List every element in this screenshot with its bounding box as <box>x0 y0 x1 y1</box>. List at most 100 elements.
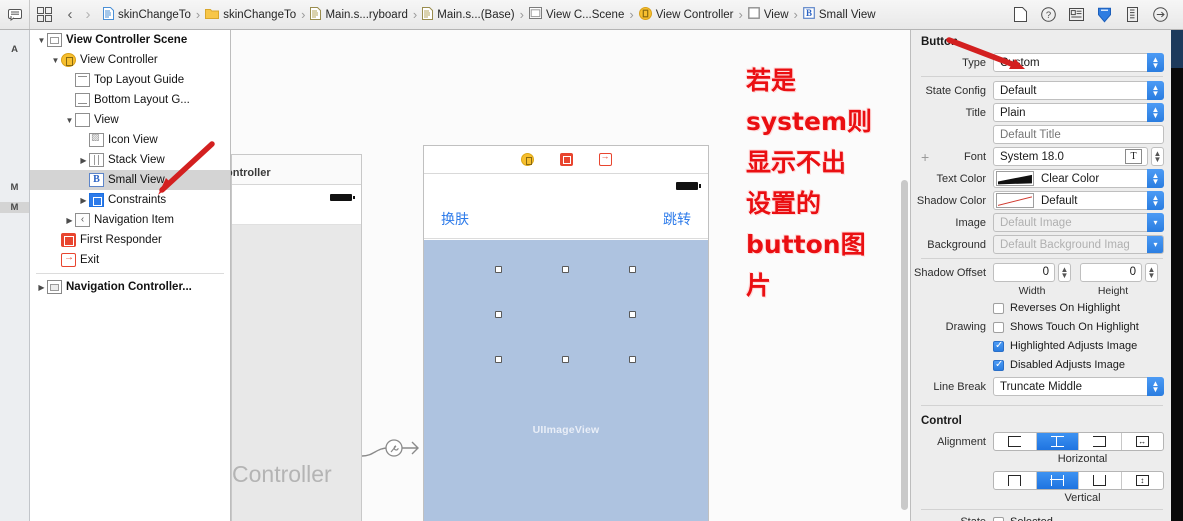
outline-row-view-controller[interactable]: ▼ View Controller <box>30 50 230 70</box>
checkbox-shows-touch-on-highlight[interactable] <box>993 321 1004 333</box>
breadcrumb-item-6[interactable]: View <box>745 0 792 29</box>
attributes-inspector-icon[interactable] <box>1091 3 1117 27</box>
breadcrumb-item-7[interactable]: B Small View <box>800 0 879 29</box>
chevron-updown-icon[interactable]: ▲ ▼ <box>1147 103 1164 122</box>
disclosure-triangle-icon[interactable]: ▶ <box>78 196 89 205</box>
outline-row-top-layout-guide[interactable]: Top Layout Guide <box>30 70 230 90</box>
title-text-input[interactable] <box>993 125 1164 144</box>
resize-handle[interactable] <box>629 356 636 363</box>
nav-right-button[interactable]: 跳转 <box>663 209 691 229</box>
shadow-offset-height-stepper[interactable]: ▲ ▼ <box>1145 263 1158 282</box>
resize-handle[interactable] <box>629 266 636 273</box>
forward-button[interactable]: › <box>80 6 96 23</box>
checkbox-highlighted-adjusts-image[interactable] <box>993 340 1004 352</box>
resize-handle[interactable] <box>495 311 502 318</box>
outline-row-view-controller-scene[interactable]: ▼ View Controller Scene <box>30 30 230 50</box>
drawing-option-3[interactable]: Disabled Adjusts Image <box>993 356 1125 374</box>
breadcrumb-item-0[interactable]: skinChangeTo <box>100 0 194 29</box>
left-scene-preview[interactable]: ontroller Controller <box>231 154 362 521</box>
shadow-color-select[interactable]: Default ▲ ▼ <box>993 191 1164 210</box>
breadcrumb-item-5[interactable]: View Controller <box>636 0 737 29</box>
chevron-down-icon[interactable]: ▾ <box>1147 236 1163 253</box>
outline-row-navigation-controller[interactable]: ▶ Navigation Controller... <box>30 277 230 297</box>
align-top-button[interactable] <box>994 472 1037 489</box>
outline-row-exit[interactable]: Exit <box>30 250 230 270</box>
view-controller-dock-icon[interactable] <box>520 153 534 166</box>
checkbox-disabled-adjusts-image[interactable] <box>993 359 1004 371</box>
document-outline[interactable]: ▼ View Controller Scene ▼ View Controller To… <box>30 30 231 521</box>
shadow-offset-width-input[interactable]: 0 <box>993 263 1055 282</box>
align-fill-horizontal-button[interactable]: ↔ <box>1122 433 1164 450</box>
disclosure-triangle-icon[interactable]: ▼ <box>64 116 75 125</box>
title-style-select[interactable]: Plain ▲ ▼ <box>993 103 1164 122</box>
disclosure-triangle-icon[interactable]: ▼ <box>50 56 61 65</box>
breadcrumb-item-3[interactable]: Main.s...(Base) <box>419 0 517 29</box>
quick-help-icon[interactable]: ? <box>1035 3 1061 27</box>
chevron-updown-icon[interactable]: ▲ ▼ <box>1147 191 1164 210</box>
align-left-button[interactable] <box>994 433 1037 450</box>
line-break-select[interactable]: Truncate Middle ▲ ▼ <box>993 377 1164 396</box>
size-inspector-icon[interactable] <box>1119 3 1145 27</box>
add-variation-icon[interactable]: + <box>921 149 929 165</box>
comment-icon[interactable] <box>0 0 30 29</box>
shadow-offset-width-stepper[interactable]: ▲ ▼ <box>1058 263 1071 282</box>
shadow-offset-height-input[interactable]: 0 <box>1080 263 1142 282</box>
file-inspector-icon[interactable] <box>1007 3 1033 27</box>
exit-dock-icon[interactable] <box>598 151 612 166</box>
resize-handle[interactable] <box>562 356 569 363</box>
outline-row-first-responder[interactable]: First Responder <box>30 230 230 250</box>
chevron-updown-icon[interactable]: ▲ ▼ <box>1147 53 1164 72</box>
outline-row-constraints[interactable]: ▶ Constraints <box>30 190 230 210</box>
font-field[interactable]: System 18.0 T <box>993 147 1148 166</box>
outline-row-small-view[interactable]: B Small View <box>30 170 230 190</box>
font-stepper[interactable]: ▲ ▼ <box>1151 147 1164 166</box>
outline-row-icon-view[interactable]: Icon View <box>30 130 230 150</box>
drawing-option-0[interactable]: Reverses On Highlight <box>993 299 1120 317</box>
first-responder-dock-icon[interactable] <box>559 153 573 166</box>
state-config-select[interactable]: Default ▲ ▼ <box>993 81 1164 100</box>
align-bottom-button[interactable] <box>1079 472 1122 489</box>
outline-row-navigation-item[interactable]: ▶ ‹ Navigation Item <box>30 210 230 230</box>
button-type-select[interactable]: Custom ▲ ▼ <box>993 53 1164 72</box>
checkbox-reverses-on-highlight[interactable] <box>993 302 1004 314</box>
chevron-updown-icon[interactable]: ▲ ▼ <box>1147 81 1164 100</box>
resize-handle[interactable] <box>562 266 569 273</box>
resize-handle[interactable] <box>495 356 502 363</box>
breadcrumb-item-2[interactable]: Main.s...ryboard <box>307 0 410 29</box>
disclosure-triangle-icon[interactable]: ▶ <box>78 156 89 165</box>
chevron-down-icon[interactable]: ▾ <box>1147 213 1164 232</box>
resize-handle[interactable] <box>629 311 636 318</box>
canvas-vertical-scrollbar[interactable] <box>901 180 908 510</box>
uiimageview-element[interactable]: UIImageView <box>424 240 708 521</box>
grid-icon[interactable] <box>30 0 58 29</box>
state-selected-option[interactable]: Selected <box>993 513 1053 521</box>
text-color-select[interactable]: Clear Color ▲ ▼ <box>993 169 1164 188</box>
drawing-option-1[interactable]: Shows Touch On Highlight <box>993 318 1139 336</box>
checkbox-selected[interactable] <box>993 516 1004 521</box>
small-view-scene-preview[interactable]: 换肤 跳转 UIImageView <box>423 145 709 521</box>
alignment-horizontal-segmented[interactable]: ↔ <box>993 432 1164 451</box>
shadow-color-swatch[interactable] <box>996 193 1034 208</box>
disclosure-triangle-icon[interactable]: ▼ <box>36 36 47 45</box>
disclosure-triangle-icon[interactable]: ▶ <box>64 216 75 225</box>
identity-inspector-icon[interactable] <box>1063 3 1089 27</box>
connections-inspector-icon[interactable] <box>1147 3 1173 27</box>
align-middle-button[interactable] <box>1036 472 1079 489</box>
breadcrumb-item-4[interactable]: View C...Scene <box>526 0 627 29</box>
align-fill-vertical-button[interactable]: ↕ <box>1122 472 1164 489</box>
drawing-option-2[interactable]: Highlighted Adjusts Image <box>993 337 1137 355</box>
back-button[interactable]: ‹ <box>62 6 78 23</box>
image-select[interactable]: Default Image ▾ <box>993 213 1164 232</box>
background-select[interactable]: Default Background Imag ▾ <box>993 235 1164 254</box>
disclosure-triangle-icon[interactable]: ▶ <box>36 283 47 292</box>
outline-row-bottom-layout-g[interactable]: Bottom Layout G... <box>30 90 230 110</box>
align-center-button[interactable] <box>1036 433 1079 450</box>
nav-left-button[interactable]: 换肤 <box>441 209 469 229</box>
chevron-updown-icon[interactable]: ▲ ▼ <box>1147 377 1164 396</box>
chevron-updown-icon[interactable]: ▲ ▼ <box>1147 169 1164 188</box>
text-color-swatch[interactable] <box>996 171 1034 186</box>
font-picker-icon[interactable]: T <box>1125 149 1142 164</box>
outline-row-view[interactable]: ▼ View <box>30 110 230 130</box>
attributes-inspector-panel[interactable]: Button Type Custom ▲ ▼ State Config Defau… <box>910 30 1183 521</box>
outline-row-stack-view[interactable]: ▶ Stack View <box>30 150 230 170</box>
